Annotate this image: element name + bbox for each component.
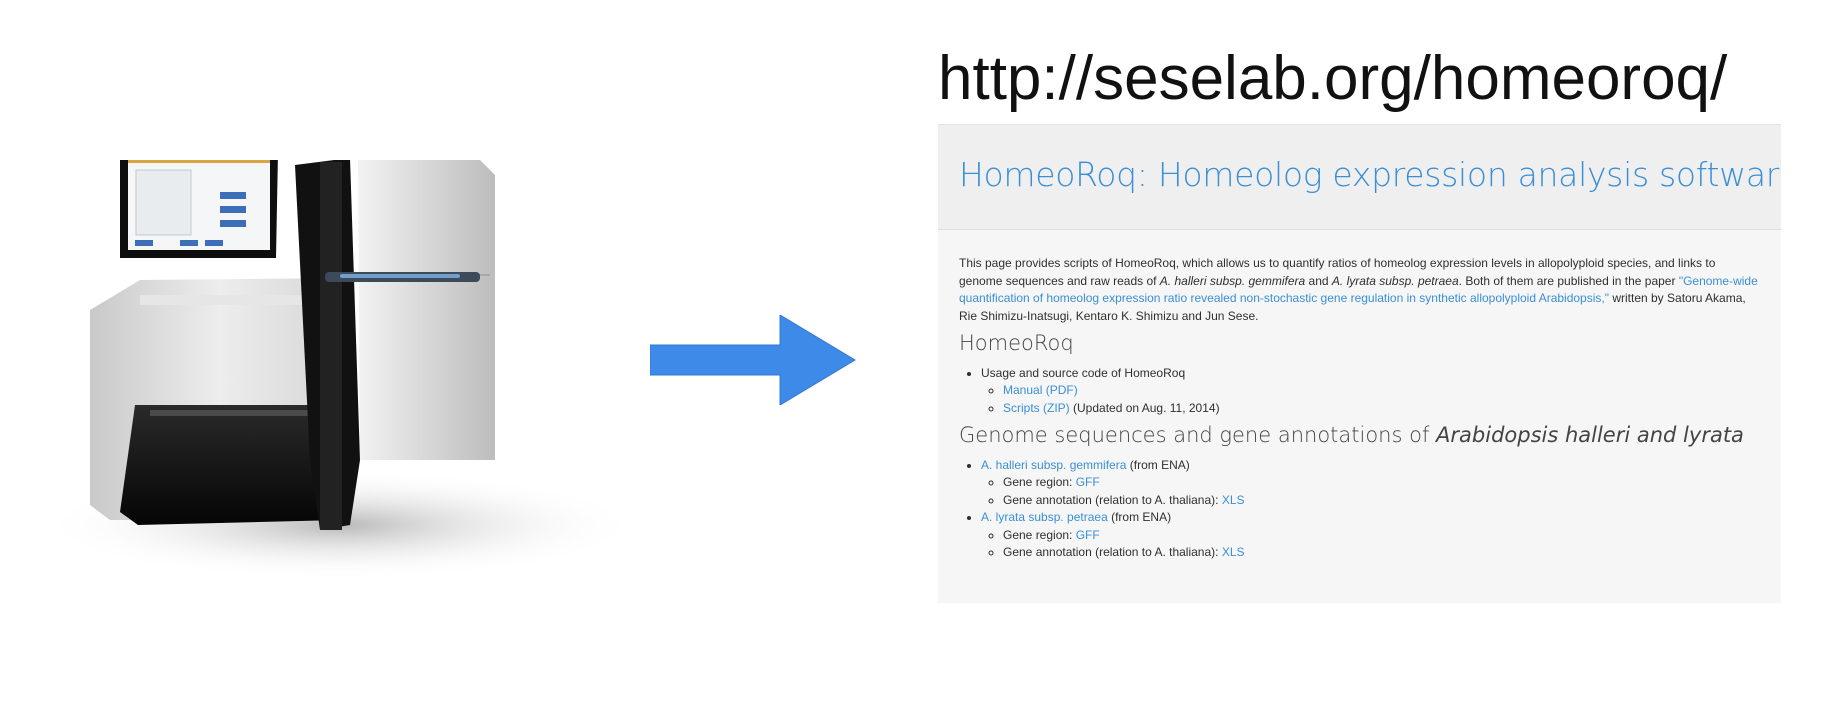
- species-name: A. lyrata subsp. petraea: [1331, 273, 1459, 288]
- source-note: (from ENA): [1126, 457, 1190, 472]
- url-caption: http://seselab.org/homeoroq/: [938, 44, 1728, 113]
- annotation-label: Gene annotation (relation to A. thaliana…: [1003, 492, 1222, 507]
- update-note: (Updated on Aug. 11, 2014): [1069, 400, 1220, 415]
- xls-link[interactable]: XLS: [1222, 545, 1245, 559]
- source-note: (from ENA): [1107, 510, 1172, 524]
- list-item: Usage and source code of HomeoRoq Manual…: [981, 365, 1760, 418]
- intro-text: and: [1305, 273, 1332, 288]
- section-heading-homeoroq: HomeoRoq: [959, 331, 1074, 355]
- annotation-label: Gene annotation (relation to A. thaliana…: [1003, 545, 1222, 559]
- list-item: Gene region: GFF: [1003, 474, 1760, 492]
- section-heading-genomes: Genome sequences and gene annotations of…: [959, 425, 1760, 446]
- species-sublist: Gene region: GFF Gene annotation (relati…: [981, 474, 1760, 509]
- sequencer-machine-icon: [20, 145, 640, 600]
- gff-link[interactable]: GFF: [1076, 528, 1100, 542]
- intro-paragraph: This page provides scripts of HomeoRoq, …: [959, 255, 1759, 325]
- xls-link[interactable]: XLS: [1222, 493, 1245, 507]
- list-item-label: Usage and source code of HomeoRoq: [981, 365, 1186, 380]
- heading-italic: Arabidopsis halleri and lyrata: [1436, 423, 1744, 447]
- list-item: Scripts (ZIP) (Updated on Aug. 11, 2014): [1003, 400, 1760, 418]
- species-sublist: Gene region: GFF Gene annotation (relati…: [981, 527, 1760, 562]
- list-item: Gene annotation (relation to A. thaliana…: [1003, 492, 1760, 510]
- homeoroq-sublist: Manual (PDF) Scripts (ZIP) (Updated on A…: [981, 382, 1760, 417]
- list-item: Gene region: GFF: [1003, 527, 1760, 545]
- region-label: Gene region:: [1003, 475, 1076, 489]
- scripts-link[interactable]: Scripts (ZIP): [1003, 401, 1070, 415]
- species-link[interactable]: A. halleri subsp. gemmifera: [981, 458, 1126, 472]
- species-link[interactable]: A. lyrata subsp. petraea: [981, 510, 1108, 524]
- list-item: A. halleri subsp. gemmifera (from ENA) G…: [981, 457, 1760, 510]
- species-name: A. halleri subsp. gemmifera: [1159, 273, 1306, 288]
- list-item: Gene annotation (relation to A. thaliana…: [1003, 544, 1760, 562]
- site-content: This page provides scripts of HomeoRoq, …: [938, 230, 1781, 562]
- intro-text: . Both of them are published in the pape…: [1458, 273, 1679, 288]
- list-item: Manual (PDF): [1003, 382, 1760, 400]
- heading-text: Genome sequences and gene annotations of: [959, 423, 1437, 447]
- region-label: Gene region:: [1003, 527, 1076, 542]
- right-arrow-icon: [649, 314, 900, 406]
- list-item: A. lyrata subsp. petraea (from ENA) Gene…: [981, 509, 1760, 562]
- homeoroq-list: Usage and source code of HomeoRoq Manual…: [959, 365, 1760, 418]
- gff-link[interactable]: GFF: [1076, 475, 1100, 489]
- site-title[interactable]: HomeoRoq: Homeolog expression analysis s…: [959, 155, 1781, 194]
- manual-link[interactable]: Manual (PDF): [1003, 383, 1078, 397]
- genome-list: A. halleri subsp. gemmifera (from ENA) G…: [959, 457, 1760, 562]
- website-screenshot: HomeoRoq: Homeolog expression analysis s…: [938, 124, 1781, 603]
- site-header: HomeoRoq: Homeolog expression analysis s…: [938, 125, 1781, 230]
